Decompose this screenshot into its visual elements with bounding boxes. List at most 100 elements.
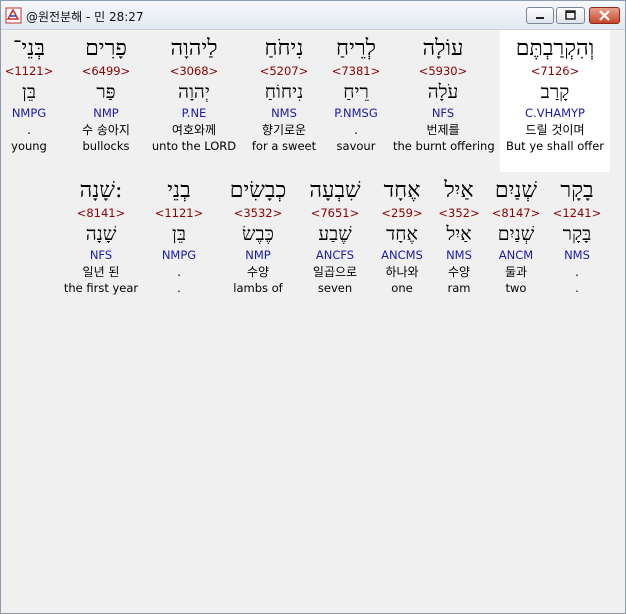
morphology-code: NMS xyxy=(564,248,590,262)
word-cell[interactable]: כְבָשִׂים <3532> כֶּבֶשׂ NMP 수양 lambs of xyxy=(218,177,298,296)
morphology-code: NMS xyxy=(446,248,472,262)
korean-gloss: 수양 xyxy=(447,265,471,279)
korean-gloss: . xyxy=(177,265,181,279)
strong-number[interactable]: <259> xyxy=(373,205,431,221)
word-cell[interactable]: לַיהוָה <3068> יְהוָה P.NE 여호와께 unto the… xyxy=(149,35,239,154)
word-cell-selected[interactable]: וְהִקְרַבְתֶּם <7126> קָרַב C.VHAMYP 드릴 … xyxy=(500,30,610,172)
word-cell[interactable]: בָקָר <1241> בָּקָר NMS . . xyxy=(549,177,605,296)
word-cell[interactable]: אַיִל <352> אַיִל NMS 수양 ram xyxy=(433,177,485,296)
hebrew-lemma: בֵּן xyxy=(22,81,36,103)
hebrew-word: אֶחָד xyxy=(383,178,421,203)
close-button[interactable] xyxy=(589,7,620,24)
hebrew-word: שָׁנָה: xyxy=(79,178,123,203)
strong-number[interactable]: <8147> xyxy=(487,205,545,221)
english-gloss: the burnt offering xyxy=(393,139,495,153)
morphology-code: C.VHAMYP xyxy=(525,106,585,120)
english-gloss: the first year xyxy=(63,281,139,295)
english-gloss: bullocks xyxy=(82,139,130,153)
hebrew-lemma: אַיִל xyxy=(446,223,472,245)
word-cell[interactable]: שְׁנַיִם <8147> שְׁנַיִם ANCM 둘과 two xyxy=(487,177,545,296)
hebrew-lemma: רֵיחַ xyxy=(343,81,369,103)
strong-number[interactable]: <7381> xyxy=(321,63,391,79)
hebrew-word: אַיִל xyxy=(444,178,474,203)
word-cell[interactable]: פָרִים <6499> פַּר NMP 수 송아지 bullocks xyxy=(66,35,146,154)
hebrew-word: כְבָשִׂים xyxy=(229,178,287,203)
english-gloss: young xyxy=(11,139,47,153)
hebrew-lemma: שֶׁבַע xyxy=(318,223,352,245)
english-gloss: savour xyxy=(336,139,376,153)
english-gloss: one xyxy=(391,281,413,295)
hebrew-lemma: קָרַב xyxy=(540,81,570,103)
strong-number[interactable]: <6499> xyxy=(66,63,146,79)
word-cell[interactable]: שִׁבְעָה <7651> שֶׁבַע ANCFS 일곱으로 seven xyxy=(300,177,370,296)
minimize-button[interactable] xyxy=(526,7,554,24)
english-gloss: unto the LORD xyxy=(151,139,237,153)
strong-number[interactable]: <7651> xyxy=(300,205,370,221)
strong-number[interactable]: <3532> xyxy=(218,205,298,221)
english-gloss: two xyxy=(505,281,527,295)
strong-number[interactable]: <5207> xyxy=(243,63,325,79)
morphology-code: NFS xyxy=(431,106,455,120)
morphology-code: NMP xyxy=(245,248,271,262)
english-gloss: for a sweet xyxy=(251,139,317,153)
hebrew-word: שִׁבְעָה xyxy=(309,178,361,203)
morphology-code: NMPG xyxy=(11,106,47,120)
hebrew-word: וְהִקְרַבְתֶּם xyxy=(515,36,595,61)
english-gloss: . xyxy=(575,281,579,295)
word-cell[interactable]: עוֹלָה <5930> עֹלָה NFS 번제를 the burnt of… xyxy=(393,35,495,154)
hebrew-lemma: פַּר xyxy=(96,81,116,103)
strong-number[interactable]: <3068> xyxy=(149,63,239,79)
close-icon xyxy=(599,10,610,21)
word-analysis-panel: בְּנֵי־ <1121> בֵּן NMPG . young פָרִים … xyxy=(3,30,623,611)
morphology-code: NFS xyxy=(89,248,113,262)
hebrew-lemma: שָׁנָה xyxy=(85,223,117,245)
strong-number[interactable]: <7126> xyxy=(500,63,610,79)
english-gloss: But ye shall offer xyxy=(505,139,604,153)
morphology-code: ANCM xyxy=(498,248,534,262)
word-cell[interactable]: בְנֵי <1121> בֵּן NMPG . . xyxy=(147,177,211,296)
korean-gloss: . xyxy=(575,265,579,279)
hebrew-lemma: עֹלָה xyxy=(427,81,459,103)
word-cell[interactable]: בְּנֵי־ <1121> בֵּן NMPG . young xyxy=(0,35,66,154)
english-gloss: lambs of xyxy=(233,281,283,295)
hebrew-word: שְׁנַיִם xyxy=(494,178,538,203)
word-cell[interactable]: לְרֵיחַ <7381> רֵיחַ P.NMSG . savour xyxy=(321,35,391,154)
english-gloss: . xyxy=(177,281,181,295)
hebrew-lemma: אֶחָד xyxy=(386,223,418,245)
strong-number[interactable]: <1121> xyxy=(147,205,211,221)
hebrew-word: פָרִים xyxy=(85,36,127,61)
morphology-code: NMPG xyxy=(161,248,197,262)
hebrew-word: עוֹלָה xyxy=(422,36,464,61)
hebrew-word: נִיחֹחַ xyxy=(264,36,304,61)
title-bar[interactable]: @원전분해 - 민 28:27 xyxy=(1,1,625,30)
korean-gloss: 수양 xyxy=(246,265,270,279)
word-cell[interactable]: נִיחֹחַ <5207> נִיחוֹחַ NMS 향기로운 for a s… xyxy=(243,35,325,154)
korean-gloss: 여호와께 xyxy=(171,123,217,137)
morphology-code: P.NE xyxy=(181,106,207,120)
korean-gloss: 하나와 xyxy=(385,265,419,279)
morphology-code: P.NMSG xyxy=(334,106,378,120)
korean-gloss: 드릴 것이며 xyxy=(525,123,585,137)
hebrew-lemma: בֵּן xyxy=(172,223,186,245)
korean-gloss: 번제를 xyxy=(426,123,460,137)
app-window: @원전분해 - 민 28:27 בְּנֵי־ <1121> בֵּן NMPG… xyxy=(0,0,626,614)
korean-gloss: 수 송아지 xyxy=(82,123,130,137)
strong-number[interactable]: <352> xyxy=(433,205,485,221)
hebrew-lemma: שְׁנַיִם xyxy=(497,223,535,245)
strong-number[interactable]: <5930> xyxy=(393,63,493,79)
korean-gloss: . xyxy=(354,123,358,137)
minimize-icon xyxy=(536,17,544,19)
maximize-button[interactable] xyxy=(556,7,585,24)
korean-gloss: 둘과 xyxy=(504,265,528,279)
hebrew-lemma: בָּקָר xyxy=(562,223,592,245)
strong-number[interactable]: <8141> xyxy=(59,205,143,221)
morphology-code: NMS xyxy=(271,106,297,120)
word-cell[interactable]: אֶחָד <259> אֶחָד ANCMS 하나와 one xyxy=(373,177,431,296)
hebrew-word: בָקָר xyxy=(560,178,594,203)
english-gloss: seven xyxy=(317,281,353,295)
korean-gloss: 일곱으로 xyxy=(312,265,358,279)
strong-number[interactable]: <1121> xyxy=(0,63,66,79)
window-title: @원전분해 - 민 28:27 xyxy=(26,10,144,24)
word-cell[interactable]: שָׁנָה: <8141> שָׁנָה NFS 일년 된 the first… xyxy=(59,177,143,296)
strong-number[interactable]: <1241> xyxy=(549,205,605,221)
